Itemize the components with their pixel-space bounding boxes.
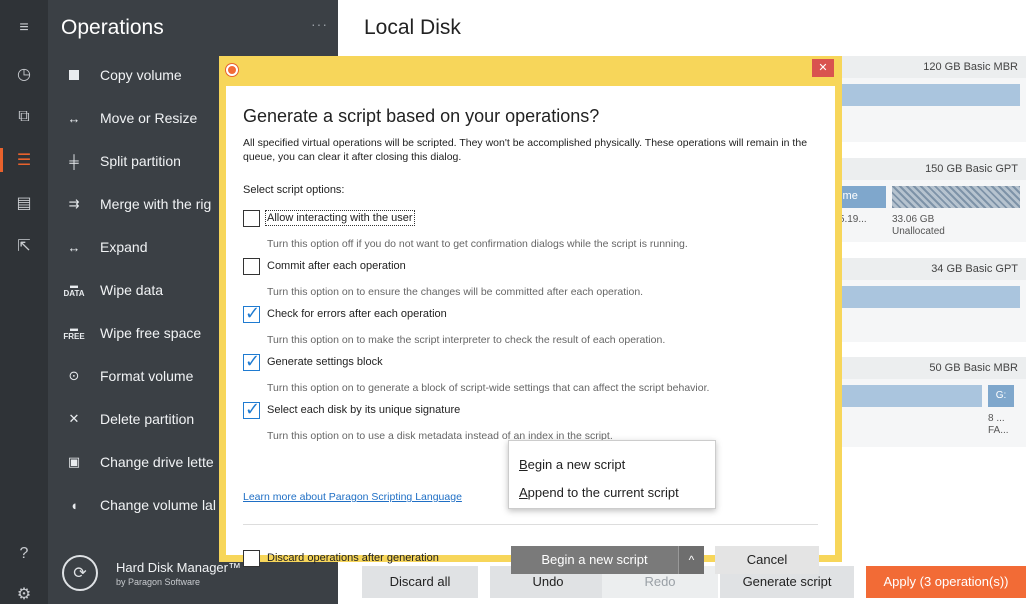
begin-script-split-button: Begin a new script ^ (511, 546, 704, 574)
op-label: Move or Resize (100, 110, 198, 126)
menu-item-append-script[interactable]: Append to the current script (519, 485, 679, 500)
menu-icon[interactable]: ≡ (0, 12, 48, 44)
op-label: Change volume lal (100, 497, 216, 513)
checkbox[interactable] (243, 550, 260, 567)
export-icon[interactable]: ⇱ (0, 230, 48, 262)
op-label: Format volume (100, 368, 194, 384)
icon-rail: ≡ ◷ ⧉ ☰ ▤ ⇱ ? ⚙ (0, 0, 48, 604)
file-system: FA... (988, 425, 1009, 436)
option-label[interactable]: Allow interacting with the user (265, 210, 415, 226)
menu-item-begin-new-script[interactable]: Begin a new script (519, 457, 625, 472)
disk-bar[interactable] (830, 286, 1020, 308)
list-icon[interactable]: ▤ (0, 187, 48, 219)
option-hint: Turn this option off if you do not want … (267, 238, 688, 250)
disk-bar[interactable] (830, 84, 1020, 106)
close-button[interactable]: ✕ (812, 59, 834, 77)
option-label[interactable]: Discard operations after generation (267, 552, 439, 564)
merge-icon: ⇉ (68, 196, 80, 211)
brand-logo-icon: ⟳ (62, 555, 98, 591)
page-title: Local Disk (364, 16, 461, 39)
op-label: Merge with the rig (100, 196, 212, 212)
learn-more-link[interactable]: Learn more about Paragon Scripting Langu… (243, 491, 462, 503)
checkbox[interactable] (243, 210, 260, 227)
op-label: Wipe data (100, 282, 164, 298)
checkbox[interactable] (243, 258, 260, 275)
checkbox-checked[interactable] (243, 399, 260, 420)
disk-head: 120 GB Basic MBR (830, 56, 1026, 78)
wipe-free-space-icon: ▬ FREE (63, 324, 85, 341)
disk-card-1[interactable]: 120 GB Basic MBR (830, 56, 1026, 142)
split-partition-icon: ╪ (69, 153, 79, 169)
app-icon (226, 64, 238, 76)
apply-button[interactable]: Apply (3 operation(s)) (866, 566, 1026, 598)
disk-head: 50 GB Basic MBR (830, 357, 1026, 379)
delete-icon: ✕ (68, 411, 80, 426)
disk-card-3[interactable]: 34 GB Basic GPT d) (830, 258, 1026, 342)
option-label[interactable]: Commit after each operation (267, 260, 406, 272)
op-label: Copy volume (100, 67, 182, 83)
wipe-data-icon: ▬ DATA (63, 281, 85, 298)
op-label: Wipe free space (100, 325, 202, 341)
option-hint: Turn this option on to generate a block … (267, 382, 710, 394)
move-resize-icon: ↔ (67, 110, 81, 126)
disk-card-2[interactable]: 150 GB Basic GPT lume (85.19... 33.06 GB… (830, 158, 1026, 242)
more-icon[interactable]: ··· (311, 16, 328, 32)
begin-new-script-button[interactable]: Begin a new script (511, 546, 678, 574)
option-label[interactable]: Select each disk by its unique signature (267, 404, 460, 416)
dialog-description: All specified virtual operations will be… (243, 137, 808, 163)
copy-volume-icon (48, 70, 100, 80)
volume-size: 8 ... (988, 413, 1005, 424)
checkbox-checked[interactable] (243, 303, 260, 324)
help-icon[interactable]: ? (0, 538, 48, 570)
volume-label-icon: ◖ (70, 497, 78, 513)
brand: ⟳ Hard Disk Manager™ by Paragon Software (62, 555, 241, 591)
unallocated-size: 33.06 GB (892, 214, 935, 225)
drive-letter-badge[interactable]: G: (988, 385, 1014, 407)
expand-icon: ↔ (67, 239, 81, 255)
backup-icon[interactable]: ◷ (0, 58, 48, 90)
settings-icon[interactable]: ⚙ (0, 578, 48, 604)
dialog-titlebar[interactable]: ✕ (219, 56, 842, 86)
option-label[interactable]: Check for errors after each operation (267, 308, 447, 320)
brand-sub: by Paragon Software (116, 576, 201, 587)
drive-letter-icon: ▣ (67, 454, 81, 469)
copy-icon[interactable]: ⧉ (0, 101, 48, 133)
operations-title: Operations (61, 16, 164, 39)
cancel-button[interactable]: Cancel (715, 546, 819, 574)
disk-bar[interactable] (830, 385, 982, 407)
option-hint: Turn this option on to ensure the change… (267, 286, 644, 298)
op-label: Expand (100, 239, 148, 255)
op-label: Delete partition (100, 411, 195, 427)
unallocated-bar[interactable] (892, 186, 1020, 208)
disk-card-4[interactable]: 50 GB Basic MBR G: 8 ... FA... (830, 357, 1026, 447)
option-hint: Turn this option on to make the script i… (267, 334, 666, 346)
chevron-up-icon[interactable]: ^ (678, 546, 704, 574)
option-label[interactable]: Generate settings block (267, 356, 383, 368)
disk-head: 34 GB Basic GPT (830, 258, 1026, 280)
select-options-label: Select script options: (243, 184, 345, 196)
op-label: Change drive lette (100, 454, 214, 470)
format-icon: ⊙ (68, 368, 80, 383)
disk-head: 150 GB Basic GPT (830, 158, 1026, 180)
divider (243, 524, 818, 525)
dialog-heading: Generate a script based on your operatio… (243, 106, 600, 126)
checkbox-checked[interactable] (243, 351, 260, 372)
op-label: Split partition (100, 153, 181, 169)
disk-icon[interactable]: ☰ (0, 144, 48, 176)
script-mode-menu: Begin a new script Append to the current… (508, 440, 716, 509)
discard-all-button[interactable]: Discard all (362, 566, 478, 598)
unallocated-label: Unallocated (892, 226, 945, 237)
